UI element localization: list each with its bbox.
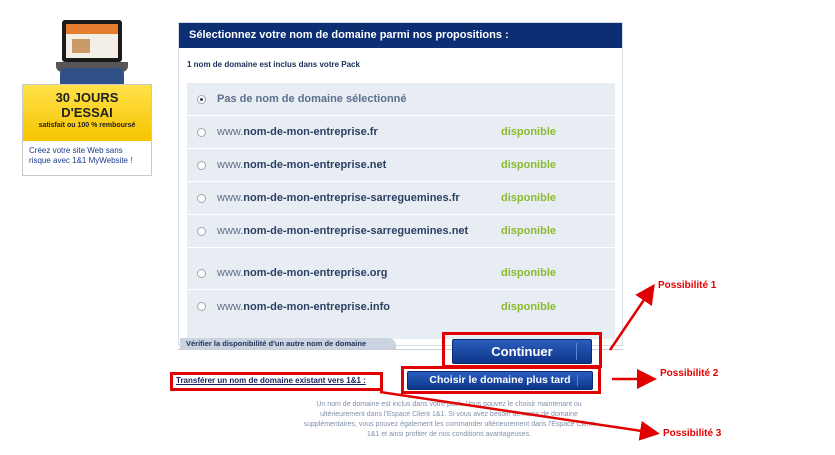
availability-status: disponible xyxy=(501,267,556,279)
domain-label: www.nom-de-mon-entreprise.fr xyxy=(217,126,378,138)
domain-radio[interactable] xyxy=(197,160,206,170)
promo-banner[interactable]: 30 JOURS D'ESSAI satisfait ou 100 % remb… xyxy=(22,14,152,176)
availability-status: disponible xyxy=(501,192,556,204)
availability-status: disponible xyxy=(501,225,556,237)
annotation-label-1: Possibilité 1 xyxy=(658,280,717,291)
promo-description: Créez votre site Web sans risque avec 1&… xyxy=(29,146,133,165)
domain-name: nom-de-mon-entreprise.net xyxy=(243,159,387,171)
promo-title-line1: 30 JOURS xyxy=(55,90,119,105)
annotation-label-2: Possibilité 2 xyxy=(660,368,719,379)
promo-title-line2: D'ESSAI xyxy=(61,105,113,120)
availability-status: disponible xyxy=(501,126,556,138)
domain-radio[interactable] xyxy=(197,268,206,278)
domain-label: www.nom-de-mon-entreprise.info xyxy=(217,301,390,313)
domain-prefix: www. xyxy=(217,225,244,237)
domain-label: www.nom-de-mon-entreprise.net xyxy=(217,159,386,171)
panel-title: Sélectionnez votre nom de domaine parmi … xyxy=(179,23,622,48)
domain-name: nom-de-mon-entreprise-sarreguemines.net xyxy=(243,225,469,237)
domain-name: nom-de-mon-entreprise.org xyxy=(243,267,388,279)
domain-prefix: www. xyxy=(217,267,244,279)
availability-status: disponible xyxy=(501,300,556,313)
domain-radio[interactable] xyxy=(197,127,206,137)
domain-label: Pas de nom de domaine sélectionné xyxy=(217,93,407,105)
domain-radio[interactable] xyxy=(197,226,206,236)
domain-option-row[interactable]: www.nom-de-mon-entreprise.net disponible xyxy=(187,149,615,182)
domain-option-row[interactable]: www.nom-de-mon-entreprise-sarreguemines.… xyxy=(187,215,615,248)
annotation-box-transfer xyxy=(170,372,383,391)
domain-prefix: www. xyxy=(217,126,244,138)
domain-option-row[interactable]: Pas de nom de domaine sélectionné xyxy=(187,83,615,116)
annotation-box-later xyxy=(401,366,601,394)
domain-name: nom-de-mon-entreprise.info xyxy=(243,300,390,313)
domain-radio[interactable] xyxy=(197,193,206,203)
domain-options-list: Pas de nom de domaine sélectionné www.nom… xyxy=(187,83,615,339)
annotation-box-continue xyxy=(442,332,602,368)
footer-note: Un nom de domaine est inclus dans votre … xyxy=(303,401,595,438)
domain-radio[interactable] xyxy=(197,302,206,311)
domain-label: www.nom-de-mon-entreprise-sarreguemines.… xyxy=(217,192,460,204)
promo-guarantee: satisfait ou 100 % remboursé xyxy=(38,122,136,129)
domain-option-row[interactable]: www.nom-de-mon-entreprise-sarreguemines.… xyxy=(187,182,615,215)
domain-option-row[interactable]: www.nom-de-mon-entreprise.info disponible xyxy=(187,290,615,323)
annotation-label-3: Possibilité 3 xyxy=(663,428,722,439)
domain-option-row[interactable]: www.nom-de-mon-entreprise.fr disponible xyxy=(187,116,615,149)
domain-prefix: www. xyxy=(217,159,244,171)
domain-name: nom-de-mon-entreprise.fr xyxy=(243,126,378,138)
promo-box[interactable]: 30 JOURS D'ESSAI satisfait ou 100 % remb… xyxy=(22,84,152,176)
domain-label: www.nom-de-mon-entreprise.org xyxy=(217,267,388,279)
domain-selection-panel: Sélectionnez votre nom de domaine parmi … xyxy=(178,22,623,346)
domain-name: nom-de-mon-entreprise-sarreguemines.fr xyxy=(243,192,460,204)
domain-name: Pas de nom de domaine sélectionné xyxy=(217,93,407,105)
domain-option-row[interactable]: www.nom-de-mon-entreprise.org disponible xyxy=(187,257,615,290)
availability-status: disponible xyxy=(501,159,556,171)
domain-prefix: www. xyxy=(217,192,244,204)
pack-note: 1 nom de domaine est inclus dans votre P… xyxy=(187,60,360,69)
laptop-illustration xyxy=(56,14,128,84)
promo-badge: 30 JOURS D'ESSAI satisfait ou 100 % remb… xyxy=(23,85,151,141)
domain-label: www.nom-de-mon-entreprise-sarreguemines.… xyxy=(217,225,468,237)
domain-prefix: www. xyxy=(217,300,244,313)
domain-radio[interactable] xyxy=(197,94,206,104)
